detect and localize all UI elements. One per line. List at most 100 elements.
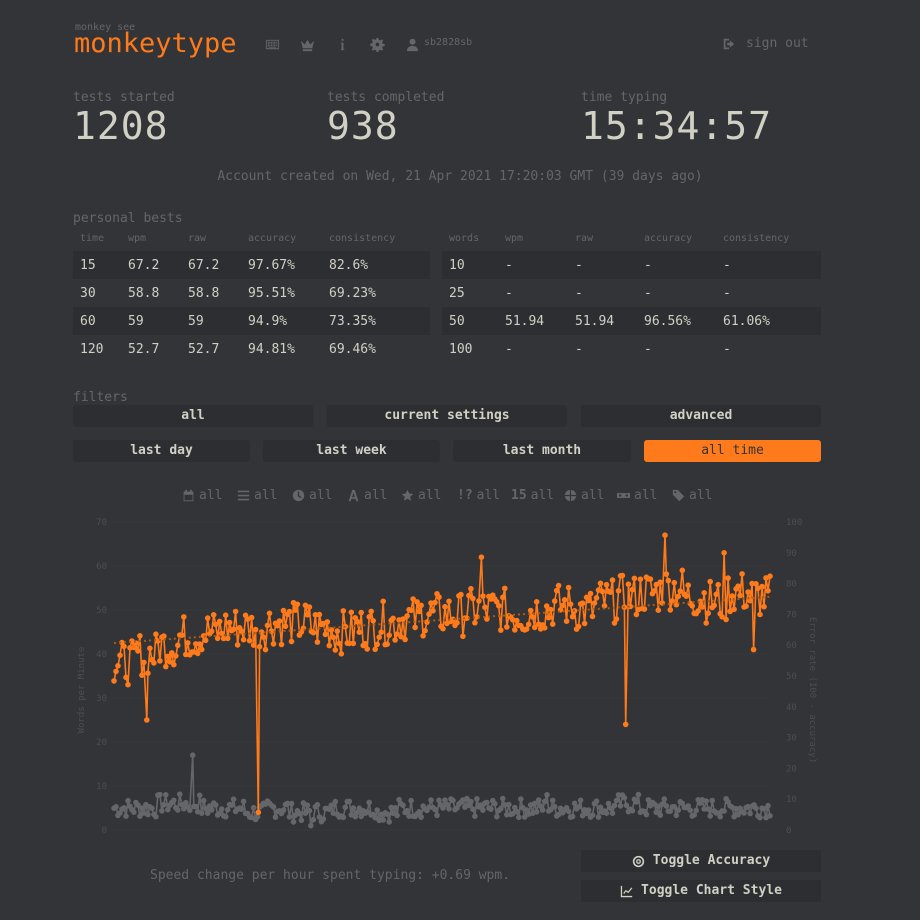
data-point[interactable] bbox=[292, 607, 299, 613]
data-point[interactable] bbox=[541, 625, 548, 631]
data-point[interactable] bbox=[518, 796, 524, 802]
data-point[interactable] bbox=[412, 624, 418, 631]
data-point[interactable] bbox=[613, 797, 620, 804]
wpm-history-chart[interactable]: 0 10 20 30 40 50 60 70 0 10 20 30 40 50 60 70 80 90 100 Wo… bbox=[70, 512, 820, 842]
data-point[interactable] bbox=[408, 607, 414, 614]
data-point[interactable] bbox=[386, 632, 393, 638]
data-point[interactable] bbox=[717, 813, 723, 820]
data-point[interactable] bbox=[683, 593, 690, 599]
data-point[interactable] bbox=[593, 798, 600, 804]
data-point[interactable] bbox=[342, 804, 349, 811]
data-point[interactable] bbox=[687, 807, 693, 813]
data-point[interactable] bbox=[549, 797, 556, 804]
data-point[interactable] bbox=[675, 807, 682, 813]
data-point[interactable] bbox=[163, 792, 169, 798]
data-point[interactable] bbox=[480, 593, 486, 599]
data-point[interactable] bbox=[163, 663, 169, 670]
data-point[interactable] bbox=[753, 805, 759, 811]
data-point[interactable] bbox=[226, 619, 233, 626]
data-point[interactable] bbox=[569, 613, 576, 620]
filter-chip-tags[interactable]: all bbox=[672, 488, 712, 503]
data-point[interactable] bbox=[145, 811, 151, 818]
data-point[interactable] bbox=[607, 589, 614, 595]
data-point[interactable] bbox=[208, 628, 215, 635]
data-point[interactable] bbox=[629, 586, 636, 593]
data-point[interactable] bbox=[673, 812, 680, 819]
data-point[interactable] bbox=[765, 588, 771, 594]
data-point[interactable] bbox=[647, 576, 654, 582]
data-point[interactable] bbox=[153, 813, 159, 820]
data-point[interactable] bbox=[250, 804, 257, 811]
filter-chip-language[interactable]: all bbox=[564, 488, 604, 503]
data-point[interactable] bbox=[663, 571, 670, 577]
data-point[interactable] bbox=[161, 801, 167, 808]
data-point[interactable] bbox=[286, 608, 293, 615]
data-point[interactable] bbox=[476, 598, 482, 604]
data-point[interactable] bbox=[709, 797, 715, 804]
data-point[interactable] bbox=[609, 810, 616, 816]
data-point[interactable] bbox=[500, 594, 506, 601]
data-point[interactable] bbox=[458, 591, 464, 598]
data-point[interactable] bbox=[525, 621, 532, 628]
data-point[interactable] bbox=[390, 615, 396, 622]
data-point[interactable] bbox=[432, 806, 438, 813]
data-point[interactable] bbox=[330, 634, 337, 641]
data-point[interactable] bbox=[366, 614, 373, 620]
data-point[interactable] bbox=[555, 582, 562, 589]
data-point[interactable] bbox=[185, 640, 191, 646]
data-point[interactable] bbox=[663, 803, 670, 809]
data-point[interactable] bbox=[314, 639, 321, 645]
data-point[interactable] bbox=[711, 602, 717, 609]
data-point[interactable] bbox=[504, 624, 510, 630]
data-point[interactable] bbox=[735, 583, 741, 589]
data-point[interactable] bbox=[468, 585, 474, 592]
data-point[interactable] bbox=[366, 799, 373, 806]
data-point[interactable] bbox=[376, 634, 383, 640]
sign-out-button[interactable]: sign out bbox=[722, 36, 809, 51]
data-point[interactable] bbox=[703, 620, 709, 626]
data-point[interactable] bbox=[757, 611, 763, 618]
data-point[interactable] bbox=[310, 816, 317, 823]
data-point[interactable] bbox=[603, 581, 610, 588]
data-point[interactable] bbox=[121, 805, 127, 811]
data-point[interactable] bbox=[603, 810, 610, 816]
filter-advanced-button[interactable]: advanced bbox=[581, 405, 821, 427]
data-point[interactable] bbox=[232, 608, 239, 615]
data-point[interactable] bbox=[613, 616, 620, 622]
data-point[interactable] bbox=[179, 632, 185, 638]
data-point[interactable] bbox=[372, 646, 379, 653]
filter-last-week-button[interactable]: last week bbox=[263, 440, 440, 462]
data-point[interactable] bbox=[418, 814, 424, 820]
data-point[interactable] bbox=[721, 808, 727, 814]
data-point[interactable] bbox=[141, 659, 147, 666]
data-point[interactable] bbox=[657, 812, 664, 818]
data-point[interactable] bbox=[482, 604, 488, 611]
data-point[interactable] bbox=[488, 806, 494, 812]
data-point[interactable] bbox=[551, 598, 558, 604]
data-point[interactable] bbox=[480, 807, 486, 813]
data-point[interactable] bbox=[364, 646, 371, 652]
data-point[interactable] bbox=[693, 807, 699, 814]
data-point[interactable] bbox=[392, 805, 398, 811]
data-point[interactable] bbox=[533, 809, 540, 815]
data-point[interactable] bbox=[500, 795, 506, 802]
data-point[interactable] bbox=[651, 588, 658, 594]
data-point[interactable] bbox=[655, 607, 662, 613]
data-point[interactable] bbox=[643, 811, 650, 818]
data-point[interactable] bbox=[175, 642, 181, 649]
data-point[interactable] bbox=[123, 674, 129, 681]
data-point[interactable] bbox=[667, 607, 674, 613]
data-point[interactable] bbox=[498, 627, 504, 633]
data-point[interactable] bbox=[149, 805, 155, 811]
data-point[interactable] bbox=[193, 803, 199, 810]
data-point[interactable] bbox=[707, 578, 713, 585]
data-point[interactable] bbox=[113, 668, 119, 675]
data-point[interactable] bbox=[181, 614, 187, 620]
data-point[interactable] bbox=[496, 603, 502, 609]
data-point[interactable] bbox=[707, 813, 713, 819]
data-point[interactable] bbox=[322, 631, 329, 638]
data-point[interactable] bbox=[617, 803, 624, 809]
data-point[interactable] bbox=[288, 800, 295, 807]
data-point[interactable] bbox=[675, 593, 682, 600]
data-point[interactable] bbox=[460, 633, 466, 640]
